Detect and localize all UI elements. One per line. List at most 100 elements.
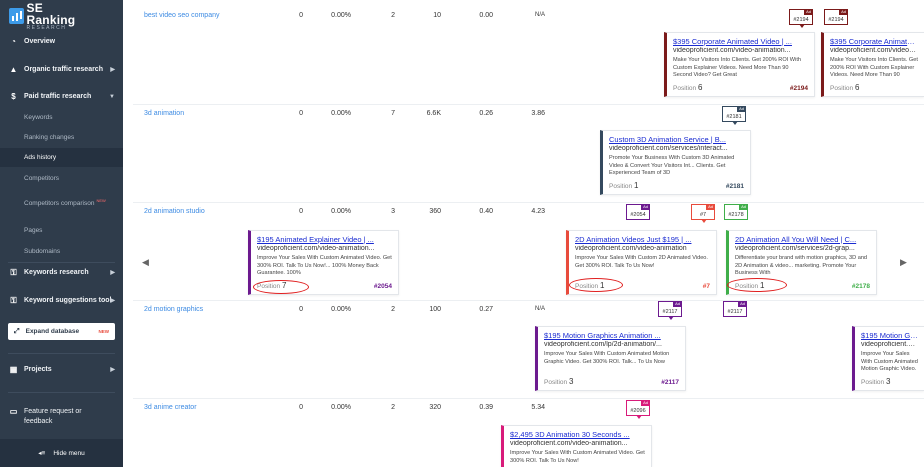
ad-marker[interactable]: Ad #2117 — [658, 301, 682, 320]
row-divider — [133, 300, 924, 301]
sidebar-item-projects[interactable]: ▦ Projects ▶ — [0, 365, 123, 374]
logo-chart-icon — [9, 8, 24, 24]
table-cell: 0.00% — [331, 208, 351, 215]
ad-description: Promote Your Business With Custom 3D Ani… — [609, 155, 735, 176]
table-cell: 0.00% — [331, 404, 351, 411]
sidebar-item-paid-traffic[interactable]: $ Paid traffic research ▼ — [0, 92, 123, 101]
sidebar-divider — [8, 262, 115, 263]
projects-icon: ▦ — [9, 365, 18, 374]
sidebar-item-keywords-research[interactable]: ⚿ Keywords research ▶ — [0, 268, 123, 277]
ad-title-link[interactable]: Custom 3D Animation Service | B... — [609, 135, 744, 144]
chevron-right-icon: ▶ — [110, 270, 115, 276]
chevron-down-icon: ▼ — [109, 93, 115, 100]
marker-pointer — [732, 121, 738, 125]
sidebar-item-label: Feature request or feedback — [24, 408, 82, 425]
ad-card[interactable]: $2,495 3D Animation 30 Seconds ... video… — [501, 425, 652, 467]
ad-card[interactable]: Custom 3D Animation Service | B... video… — [600, 130, 751, 195]
ad-url: videoproficient.com/lp/2d-animation/... — [544, 341, 662, 348]
ad-card[interactable]: $395 Corporate Animated Video | ... vide… — [821, 32, 924, 97]
table-cell: 0.40 — [479, 208, 493, 215]
ad-title-link[interactable]: $2,495 3D Animation 30 Seconds ... — [510, 430, 645, 439]
ad-marker[interactable]: Ad #7 — [691, 204, 715, 223]
sidebar-sub-subdomains[interactable]: Subdomains — [24, 248, 60, 255]
sidebar-item-overview[interactable]: ◔ Overview — [0, 37, 123, 46]
sidebar-sub-ads-history[interactable]: Ads history — [0, 148, 123, 167]
hide-menu-button[interactable]: ◂≡ Hide menu — [0, 439, 123, 467]
ad-marker[interactable]: Ad #2054 — [626, 204, 650, 220]
ad-card[interactable]: $195 Motion Graphics Animation ... video… — [852, 326, 924, 391]
ad-marker-id: #2181 — [726, 114, 742, 120]
ad-marker[interactable]: Ad #2117 — [723, 301, 747, 317]
marker-pointer — [701, 219, 707, 223]
ad-marker[interactable]: Ad #2194 — [824, 9, 848, 25]
table-cell: 2 — [391, 12, 395, 19]
ad-position: Position 6 — [673, 83, 702, 92]
ad-title-link[interactable]: 2D Animation All You Will Need | C... — [735, 235, 870, 244]
expand-database-button[interactable]: ⤢ Expand database NEW — [8, 323, 115, 340]
new-badge: NEW — [96, 198, 106, 203]
ad-position: Position 1 — [609, 181, 638, 190]
dollar-circle-icon: $ — [11, 92, 16, 101]
table-cell: 0 — [299, 404, 303, 411]
position-value: 1 — [633, 181, 639, 190]
position-label: Position — [861, 379, 885, 386]
table-cell: 0.00% — [331, 110, 351, 117]
table-cell: N/A — [534, 12, 545, 18]
ad-url: videoproficient.com/lp/2d-animation/... — [861, 341, 918, 348]
ad-title-link[interactable]: $195 Animated Explainer Video | ... — [257, 235, 392, 244]
marker-pointer — [668, 316, 674, 320]
sidebar-item-organic-traffic[interactable]: ▲ Organic traffic research ▶ — [0, 65, 123, 74]
ad-description: Improve Your Sales With Custom Animated … — [257, 255, 392, 276]
ad-description: Improve Your Sales With Custom Animated … — [544, 351, 670, 365]
ad-card[interactable]: $395 Corporate Animated Video | ... vide… — [664, 32, 815, 97]
ad-url: videoproficient.com/video-animation... — [673, 47, 791, 54]
sidebar-sub-competitors[interactable]: Competitors — [24, 175, 59, 182]
table-cell: 10 — [433, 12, 441, 19]
keyword-link[interactable]: 2d motion graphics — [144, 306, 203, 313]
chat-icon: ▭ — [9, 407, 18, 416]
ad-marker-id: #7 — [699, 212, 707, 218]
scroll-right-arrow-icon[interactable]: ▶ — [900, 257, 907, 268]
chevron-right-icon: ▶ — [110, 298, 115, 304]
ad-tag: Ad — [804, 9, 813, 15]
table-cell: 2 — [391, 306, 395, 313]
table-cell: 0 — [299, 12, 303, 19]
ad-title-link[interactable]: $195 Motion Graphics Animation ... — [861, 331, 918, 340]
sidebar-item-feature-request[interactable]: ▭ Feature request or feedback — [0, 407, 123, 427]
se-ranking-logo[interactable]: SE Ranking RESEARCH — [9, 2, 89, 30]
sidebar-sub-competitors-comparison[interactable]: Competitors comparison NEW — [24, 196, 114, 209]
table-cell: 0.00% — [331, 306, 351, 313]
sidebar-sub-ranking-changes[interactable]: Ranking changes — [24, 134, 74, 141]
ad-marker[interactable]: Ad #2181 — [722, 106, 746, 125]
ad-marker[interactable]: Ad #2194 — [789, 9, 813, 28]
ad-title-link[interactable]: $395 Corporate Animated Video | ... — [673, 37, 808, 46]
table-cell: N/A — [534, 306, 545, 312]
keyword-link[interactable]: 3d animation — [144, 110, 184, 117]
ad-title-link[interactable]: 2D Animation Videos Just $195 | ... — [575, 235, 710, 244]
sidebar-sub-keywords[interactable]: Keywords — [24, 114, 53, 121]
ad-position: Position 6 — [830, 83, 859, 92]
row-divider — [133, 104, 924, 105]
ad-url: videoproficient.com/services/interact... — [609, 145, 728, 152]
keyword-link[interactable]: 3d anime creator — [144, 404, 197, 411]
ad-tag: Ad — [839, 9, 848, 15]
scroll-left-arrow-icon[interactable]: ◀ — [142, 257, 149, 268]
table-cell: 0 — [299, 110, 303, 117]
ad-card[interactable]: $195 Motion Graphics Animation ... video… — [535, 326, 686, 391]
sidebar-sub-pages[interactable]: Pages — [24, 227, 42, 234]
ad-description: Improve Your Sales With Custom Animated … — [510, 450, 645, 464]
ad-title-link[interactable]: $195 Motion Graphics Animation ... — [544, 331, 679, 340]
keyword-link[interactable]: best video seo company — [144, 12, 220, 19]
keyword-link[interactable]: 2d animation studio — [144, 208, 205, 215]
sidebar-divider — [8, 353, 115, 354]
sidebar-item-keyword-suggestions[interactable]: ⚿ Keyword suggestions tool ▶ — [0, 296, 123, 305]
ad-marker[interactable]: Ad #2178 — [724, 204, 748, 220]
ad-marker-id: #2096 — [630, 408, 646, 414]
marker-pointer — [799, 24, 805, 28]
ad-description: Improve Your Sales With Custom Animated … — [861, 351, 918, 372]
ad-title-link[interactable]: $395 Corporate Animated Video | ... — [830, 37, 918, 46]
ad-marker[interactable]: Ad #2096 — [626, 400, 650, 419]
ad-marker-id: #2117 — [662, 309, 678, 315]
ad-description: Differentiate your brand with motion gra… — [735, 255, 868, 276]
expand-arrows-icon: ⤢ — [14, 327, 20, 335]
